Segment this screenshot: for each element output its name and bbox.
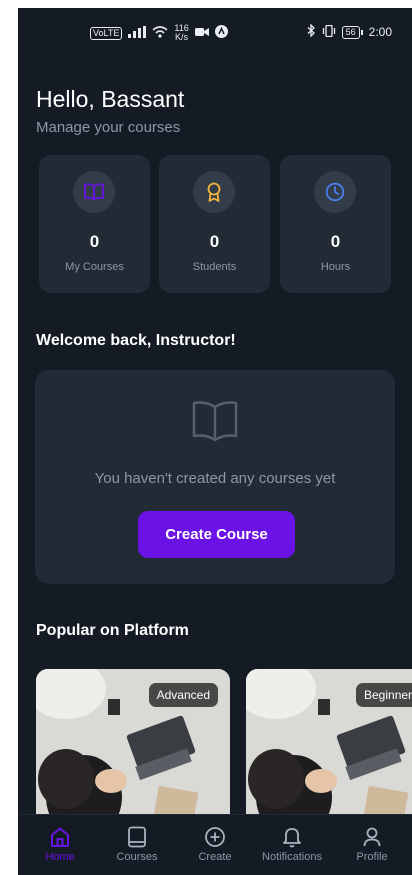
course-card[interactable]: Advanced (36, 669, 230, 819)
popular-heading: Popular on Platform (36, 622, 189, 639)
create-course-button[interactable]: Create Course (138, 511, 295, 558)
level-badge: Advanced (148, 683, 218, 707)
bluetooth-icon (307, 23, 316, 40)
tablet-icon (99, 823, 175, 851)
app-notification-icon (214, 25, 228, 41)
status-right: 56 2:00 (307, 23, 392, 40)
speed-unit: K/s (175, 32, 189, 42)
tab-label: Home (45, 851, 75, 863)
app-screen: VoLTE 116 K/s 56 2:00 Hello, Bassant Man… (18, 8, 412, 875)
bell-icon (254, 823, 330, 851)
stat-label: Hours (320, 261, 351, 273)
empty-courses-panel: You haven't created any courses yet Crea… (35, 370, 395, 584)
tab-label: Create (198, 851, 232, 863)
tab-notifications[interactable]: Notifications (254, 823, 330, 863)
stat-value: 0 (89, 232, 100, 251)
level-badge: Beginner (356, 683, 412, 707)
status-left: VoLTE 116 K/s (90, 24, 228, 42)
stat-value: 0 (330, 232, 341, 251)
open-book-icon (191, 400, 239, 447)
stat-value: 0 (209, 232, 220, 251)
clock-time: 2:00 (368, 25, 392, 39)
popular-carousel[interactable]: Advanced Beginner (36, 669, 412, 819)
greeting-subtitle: Manage your courses (36, 119, 181, 136)
tab-home[interactable]: Home (22, 823, 98, 863)
stats-row: 0 My Courses 0 Students 0 Hours (39, 155, 391, 293)
tab-label: Profile (356, 851, 388, 863)
user-icon (334, 823, 410, 851)
empty-message: You haven't created any courses yet (94, 470, 336, 487)
status-bar: VoLTE 116 K/s 56 2:00 (18, 23, 412, 46)
vibrate-icon (322, 24, 336, 40)
tab-create[interactable]: Create (177, 823, 253, 863)
course-card[interactable]: Beginner (246, 669, 412, 819)
award-icon (193, 171, 235, 213)
greeting-title: Hello, Bassant (36, 86, 185, 112)
welcome-heading: Welcome back, Instructor! (36, 332, 236, 349)
stat-label: Students (192, 261, 237, 273)
tab-label: Courses (116, 851, 158, 863)
video-icon (194, 26, 209, 40)
stat-label: My Courses (65, 261, 124, 273)
stat-card-students[interactable]: 0 Students (159, 155, 270, 293)
volte-badge: VoLTE (90, 26, 123, 40)
tab-profile[interactable]: Profile (334, 823, 410, 863)
tab-courses[interactable]: Courses (99, 823, 175, 863)
plus-circle-icon (177, 823, 253, 851)
network-speed: 116 K/s (174, 24, 188, 42)
book-icon (73, 171, 115, 213)
signal-icon (128, 25, 147, 41)
battery-level: 56 (341, 25, 360, 39)
battery-icon: 56 (341, 25, 363, 39)
wifi-icon (152, 25, 168, 41)
stat-card-hours[interactable]: 0 Hours (280, 155, 391, 293)
stat-card-my-courses[interactable]: 0 My Courses (39, 155, 150, 293)
home-icon (22, 823, 98, 851)
clock-icon (314, 171, 356, 213)
bottom-tab-bar: Home Courses Create Notifications Profil… (18, 814, 412, 875)
tab-label: Notifications (262, 851, 322, 863)
